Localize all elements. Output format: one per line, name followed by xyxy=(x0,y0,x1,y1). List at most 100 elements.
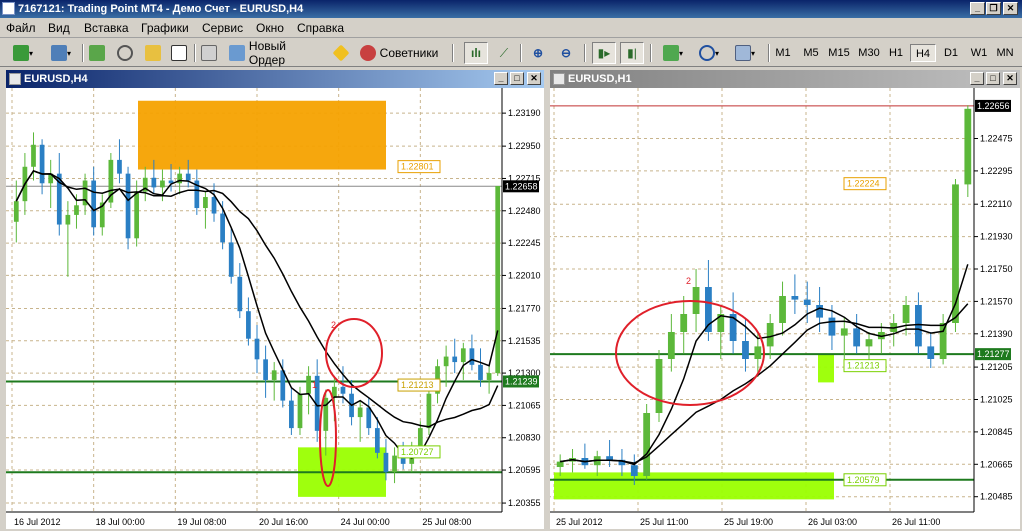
candle-body xyxy=(478,364,483,380)
price-tick-label: 1.21065 xyxy=(508,400,541,410)
bar-chart-icon: ılı xyxy=(470,46,481,60)
candle-body xyxy=(469,348,475,365)
price-tick-label: 1.20355 xyxy=(508,498,541,508)
terminal-icon xyxy=(171,45,187,61)
price-tick-label: 1.21535 xyxy=(508,336,541,346)
price-tag-label: 1.22801 xyxy=(401,162,434,172)
candle-body xyxy=(65,214,71,225)
chart-close-icon[interactable]: ✕ xyxy=(1003,72,1017,85)
candle-body xyxy=(357,407,363,418)
zoom-in-button[interactable]: ⊕ xyxy=(526,42,550,64)
tf-w1[interactable]: W1 xyxy=(966,44,992,62)
menu-help[interactable]: Справка xyxy=(297,21,344,35)
candle-body xyxy=(306,375,311,394)
tf-mn[interactable]: MN xyxy=(992,44,1018,62)
price-tag-label: 1.21213 xyxy=(847,361,880,371)
tf-m30[interactable]: M30 xyxy=(855,44,883,62)
price-tick-label: 1.23190 xyxy=(508,108,541,118)
tf-h1[interactable]: H1 xyxy=(883,44,909,62)
time-tick-label: 26 Jul 11:00 xyxy=(892,517,940,527)
window-title: 7167121: Trading Point MT4 - Демо Счет -… xyxy=(18,3,304,15)
favorites-button[interactable] xyxy=(142,42,164,64)
new-chart-button[interactable]: ▾ xyxy=(6,42,40,64)
price-tick-label: 1.22480 xyxy=(508,206,541,216)
bar-chart-button[interactable]: ılı xyxy=(464,42,488,64)
candle-body xyxy=(417,428,423,448)
candle-body xyxy=(254,338,260,360)
candle-body xyxy=(211,197,217,214)
price-tag-label: 1.20727 xyxy=(401,447,434,457)
candle-body xyxy=(39,144,45,184)
candle-body xyxy=(816,305,823,318)
minimize-icon[interactable]: _ xyxy=(970,2,985,15)
restore-icon[interactable]: ❐ xyxy=(986,2,1001,15)
zoom-out-button[interactable]: ⊖ xyxy=(554,42,578,64)
candle-body xyxy=(853,328,861,347)
candle-body xyxy=(125,173,131,239)
candle-body xyxy=(791,296,799,300)
zoom-out-icon: ⊖ xyxy=(560,46,572,60)
tf-m15[interactable]: M15 xyxy=(825,44,853,62)
chart-close-icon[interactable]: ✕ xyxy=(527,72,541,85)
tf-m1[interactable]: M1 xyxy=(770,44,796,62)
price-chart-h1[interactable]: 2 1.22475 1.22295 1.22110 1.21930 1.21750 1.21… xyxy=(550,88,1020,529)
menu-insert[interactable]: Вставка xyxy=(84,21,129,35)
time-tick-label: 19 Jul 08:00 xyxy=(177,517,226,527)
chart-minimize-icon[interactable]: _ xyxy=(494,72,508,85)
experts-label: Советники xyxy=(379,46,439,60)
candle-body xyxy=(452,356,458,363)
candle-body xyxy=(766,323,774,347)
templates-button[interactable]: ▾ xyxy=(728,42,762,64)
candle-body xyxy=(630,465,638,476)
candle-body xyxy=(667,332,675,359)
time-tick-label: 20 Jul 16:00 xyxy=(259,517,308,527)
menu-view[interactable]: Вид xyxy=(48,21,70,35)
tf-h4[interactable]: H4 xyxy=(910,44,936,62)
candle-body xyxy=(840,328,848,336)
tester-icon xyxy=(201,45,217,61)
price-tick-label: 1.22475 xyxy=(980,134,1013,144)
price-tick-label: 1.21025 xyxy=(980,395,1013,405)
candle-body xyxy=(915,305,922,347)
line-chart-button[interactable]: ⟋ xyxy=(492,42,516,64)
market-watch-button[interactable] xyxy=(86,42,108,64)
chart-window-h4[interactable]: EURUSD,H4 _ □ ✕ 2 1 1.23190 1.22950 1.22715 1… xyxy=(4,68,546,531)
templates-icon xyxy=(734,45,751,61)
candle-body xyxy=(927,346,935,359)
chart-shift-button[interactable]: ▮| xyxy=(620,42,644,64)
chart-caption-h4: EURUSD,H4 _ □ ✕ xyxy=(6,70,544,88)
app-icon xyxy=(2,2,15,15)
menu-file[interactable]: Файл xyxy=(6,21,36,35)
chart-maximize-icon[interactable]: □ xyxy=(510,72,524,85)
periods-button[interactable]: ▾ xyxy=(692,42,726,64)
tf-d1[interactable]: D1 xyxy=(938,44,964,62)
candle-body xyxy=(828,317,836,336)
close-icon[interactable]: ✕ xyxy=(1003,2,1018,15)
candle-body xyxy=(803,299,811,305)
metaeditor-button[interactable] xyxy=(330,42,352,64)
strategy-tester-button[interactable] xyxy=(198,42,220,64)
experts-button[interactable]: Советники xyxy=(356,42,442,64)
indicators-button[interactable]: ▾ xyxy=(656,42,690,64)
profiles-icon xyxy=(50,45,67,61)
menu-charts[interactable]: Графики xyxy=(141,21,189,35)
time-tick-label: 25 Jul 19:00 xyxy=(724,517,773,527)
new-order-button[interactable]: Новый Ордер xyxy=(228,39,326,67)
price-chart-h4[interactable]: 211.231901.229501.227151.224801.222451.2… xyxy=(6,88,544,529)
price-tick-label: 1.20665 xyxy=(980,459,1013,469)
terminal-button[interactable] xyxy=(168,42,190,64)
menu-tools[interactable]: Сервис xyxy=(202,21,243,35)
autoscroll-button[interactable]: ▮▸ xyxy=(592,42,616,64)
menu-window[interactable]: Окно xyxy=(256,21,284,35)
candle-body xyxy=(486,373,492,380)
profiles-button[interactable]: ▾ xyxy=(44,42,78,64)
experts-icon xyxy=(359,45,376,61)
chart-window-h1[interactable]: EURUSD,H1 _ □ ✕ 2 1.22475 1.22295 1.22110 1.… xyxy=(548,68,1022,531)
tf-m5[interactable]: M5 xyxy=(798,44,824,62)
candle-body xyxy=(865,339,873,347)
chart-maximize-icon[interactable]: □ xyxy=(986,72,1000,85)
candle-body xyxy=(228,242,234,277)
chart-minimize-icon[interactable]: _ xyxy=(970,72,984,85)
candle-body xyxy=(383,452,389,473)
navigator-button[interactable] xyxy=(114,42,136,64)
